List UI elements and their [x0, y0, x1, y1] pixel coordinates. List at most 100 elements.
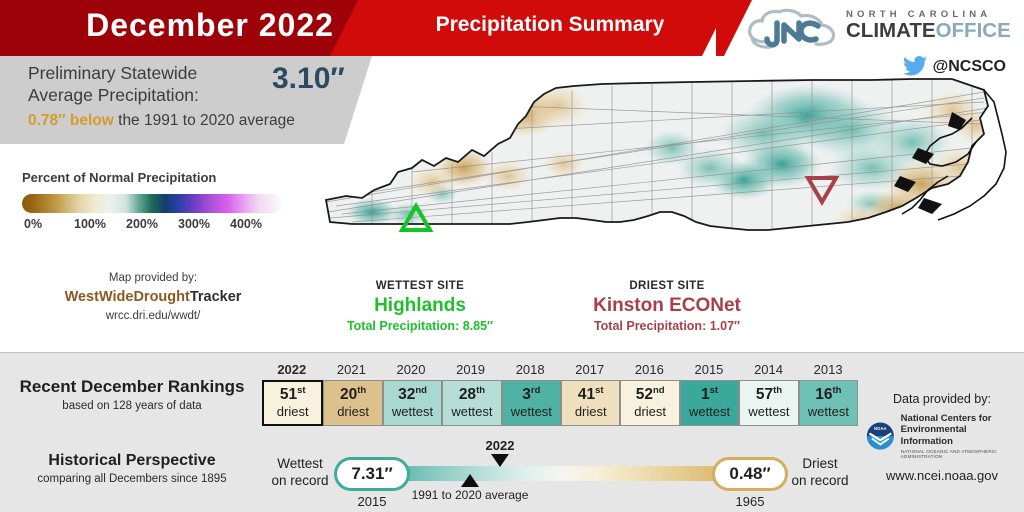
driest-on-record-label: Driest on record [782, 456, 858, 490]
driest-record-year: 1965 [735, 494, 765, 509]
noaa-url[interactable]: www.ncei.noaa.gov [866, 468, 1018, 483]
rankings-year-row: 2022 2021 2020 2019 2018 2017 2016 2015 2014 2013 [262, 362, 858, 377]
wettest-label-line1: Wettest [277, 456, 323, 471]
ranking-year-2014: 2014 [754, 362, 783, 377]
rankings-cell-row: 51st driest 20th driest 32nd wettest 28th wette… [262, 380, 859, 426]
current-year-marker-label: 2022 [485, 438, 515, 453]
ranking-cell-2022: 51st driest [262, 380, 324, 426]
map-credit-url[interactable]: wrcc.dri.edu/wwdt/ [18, 310, 288, 322]
wettest-on-record-label: Wettest on record [262, 456, 338, 490]
down-triangle-icon [491, 454, 509, 467]
ranking-number: 1st [701, 385, 719, 404]
historical-title-block: Historical Perspective comparing all Dec… [10, 452, 254, 485]
ranking-number: 20th [340, 385, 367, 404]
brand-part-westwidedrought: WestWideDrought [64, 289, 190, 305]
ranking-number: 51st [279, 385, 306, 404]
logo-wordmark: NORTH CAROLINA CLIMATEOFFICE [846, 9, 1011, 42]
ranking-year-2017: 2017 [575, 362, 605, 377]
ranking-word: driest [634, 403, 667, 419]
ranking-word: wettest [451, 403, 493, 419]
normal-average-marker: 1991 to 2020 average [410, 474, 530, 502]
wettest-site-name: Highlands [374, 295, 466, 316]
driest-site-name: Kinston ECONet [593, 295, 741, 316]
cloud-nc-monogram-icon [748, 8, 836, 49]
driest-site-heading: DRIEST SITE [629, 280, 705, 292]
driest-site-callout: DRIEST SITE Kinston ECONet Total Precipi… [522, 280, 812, 333]
departure-amount: 0.78″ below [28, 112, 114, 129]
ranking-number: 41st [577, 385, 604, 404]
wettest-label-line2: on record [271, 472, 329, 488]
logo-office-line: CLIMATEOFFICE [846, 19, 1011, 42]
logo-climate-word: CLIMATE [846, 19, 936, 42]
ranking-word: driest [276, 403, 309, 419]
ranking-word: wettest [807, 403, 849, 419]
rankings-subtitle: based on 128 years of data [62, 400, 202, 412]
wettest-site-heading: WETTEST SITE [375, 280, 465, 292]
ranking-number: 57th [755, 385, 783, 404]
noaa-name-line1: National Centers for [900, 413, 992, 424]
ranking-word: driest [337, 403, 369, 419]
map-credit: Map provided by: WestWideDroughtTracker … [18, 272, 288, 322]
summary-title: Precipitation Summary [435, 13, 665, 36]
wettest-site-callout: WETTEST SITE Highlands Total Precipitati… [300, 280, 540, 333]
rankings-title: Recent December Rankings [19, 377, 245, 396]
noaa-agency-name: National Centers for Environmental Infor… [901, 413, 1018, 459]
historical-title: Historical Perspective [48, 452, 216, 469]
ranking-year-2022: 2022 [277, 362, 307, 377]
driest-label-line2: on record [791, 472, 849, 488]
ranking-cell-2013: 16th wettest [798, 380, 859, 426]
ranking-cell-2016: 52nd driest [620, 380, 680, 426]
stat-label-line2: Average Precipitation: [28, 85, 199, 106]
precipitation-legend: Percent of Normal Precipitation 0% 100% … [22, 170, 282, 231]
ranking-number: 16th [815, 385, 842, 404]
historical-subtitle: comparing all Decembers since 1895 [37, 473, 227, 485]
legend-tick-2: 200% [126, 217, 158, 231]
ranking-cell-2015: 1st wettest [679, 380, 740, 426]
departure-from-normal: 0.78″ below the 1991 to 2020 average [28, 112, 358, 130]
logo-office-word: OFFICE [935, 19, 1011, 42]
legend-tick-labels: 0% 100% 200% 300% 400% [22, 217, 282, 231]
noaa-seal-icon: NOAA [866, 422, 894, 450]
noaa-name-line2: Environmental Information [900, 424, 967, 447]
ranking-year-2020: 2020 [396, 362, 426, 377]
driest-site-total: Total Precipitation: 1.07″ [593, 319, 741, 333]
ranking-cell-2020: 32nd wettest [382, 380, 443, 426]
wettest-record-year: 2015 [357, 494, 387, 509]
up-triangle-icon [461, 474, 479, 487]
driest-label-line1: Driest [802, 456, 838, 471]
ranking-word: wettest [391, 403, 434, 419]
legend-tick-3: 300% [178, 217, 210, 231]
map-credit-brand: WestWideDroughtTracker [18, 289, 288, 305]
current-year-marker: 2022 [470, 438, 530, 467]
legend-tick-1: 100% [74, 217, 106, 231]
ranking-number: 52nd [635, 385, 665, 404]
brand-part-tracker: Tracker [189, 289, 242, 305]
north-carolina-precipitation-map [312, 72, 1024, 272]
rankings-title-block: Recent December Rankings based on 128 ye… [10, 377, 254, 412]
svg-text:NOAA: NOAA [874, 426, 886, 431]
ranking-year-2015: 2015 [694, 362, 724, 377]
ranking-year-2016: 2016 [634, 362, 664, 377]
legend-tick-4: 400% [230, 217, 262, 231]
ranking-number: 3rd [522, 385, 541, 404]
wettest-record-value: 7.31″ [334, 457, 410, 491]
ranking-cell-2019: 28th wettest [442, 380, 502, 426]
historical-perspective-scale: Wettest on record Driest on record 7.31″… [262, 438, 858, 509]
legend-tick-0: 0% [24, 217, 43, 231]
legend-colorbar [22, 194, 282, 213]
ranking-number: 32nd [398, 385, 427, 404]
map-credit-intro: Map provided by: [108, 272, 198, 284]
map-precipitation-raster [326, 79, 988, 230]
ranking-cell-2017: 41st driest [561, 380, 621, 426]
ranking-year-2018: 2018 [515, 362, 545, 377]
ranking-cell-2021: 20th driest [323, 380, 383, 426]
ranking-word: wettest [510, 403, 552, 419]
wettest-site-total: Total Precipitation: 8.85″ [346, 319, 494, 333]
departure-period: the 1991 to 2020 average [113, 112, 295, 129]
noaa-credit-block: Data provided by: NOAA National Centers … [866, 392, 1018, 483]
ranking-number: 28th [458, 385, 486, 404]
nc-climate-office-logo: NORTH CAROLINA CLIMATEOFFICE [744, 6, 1011, 52]
map-svg [324, 78, 1007, 232]
noaa-credit-heading: Data provided by: [893, 392, 991, 406]
noaa-name-line3: NATIONAL OCEANIC AND ATMOSPHERIC ADMINIS… [900, 449, 997, 460]
